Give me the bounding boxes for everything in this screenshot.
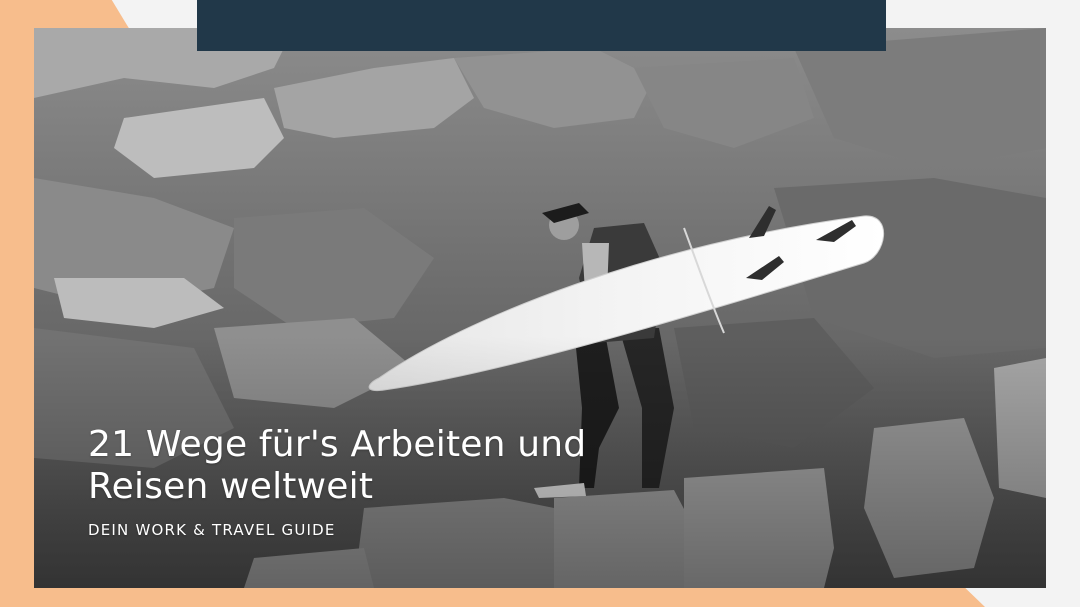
accent-frame-left xyxy=(0,0,34,607)
top-bar xyxy=(197,0,886,51)
headline-line-2: Reisen weltweit xyxy=(88,466,374,507)
subheadline: DEIN WORK & TRAVEL GUIDE xyxy=(88,521,336,539)
headline-line-1: 21 Wege für's Arbeiten und xyxy=(88,424,587,465)
headline: 21 Wege für's Arbeiten und Reisen weltwe… xyxy=(88,424,728,508)
accent-frame-bottom xyxy=(0,588,985,607)
accent-frame-top xyxy=(0,0,130,30)
